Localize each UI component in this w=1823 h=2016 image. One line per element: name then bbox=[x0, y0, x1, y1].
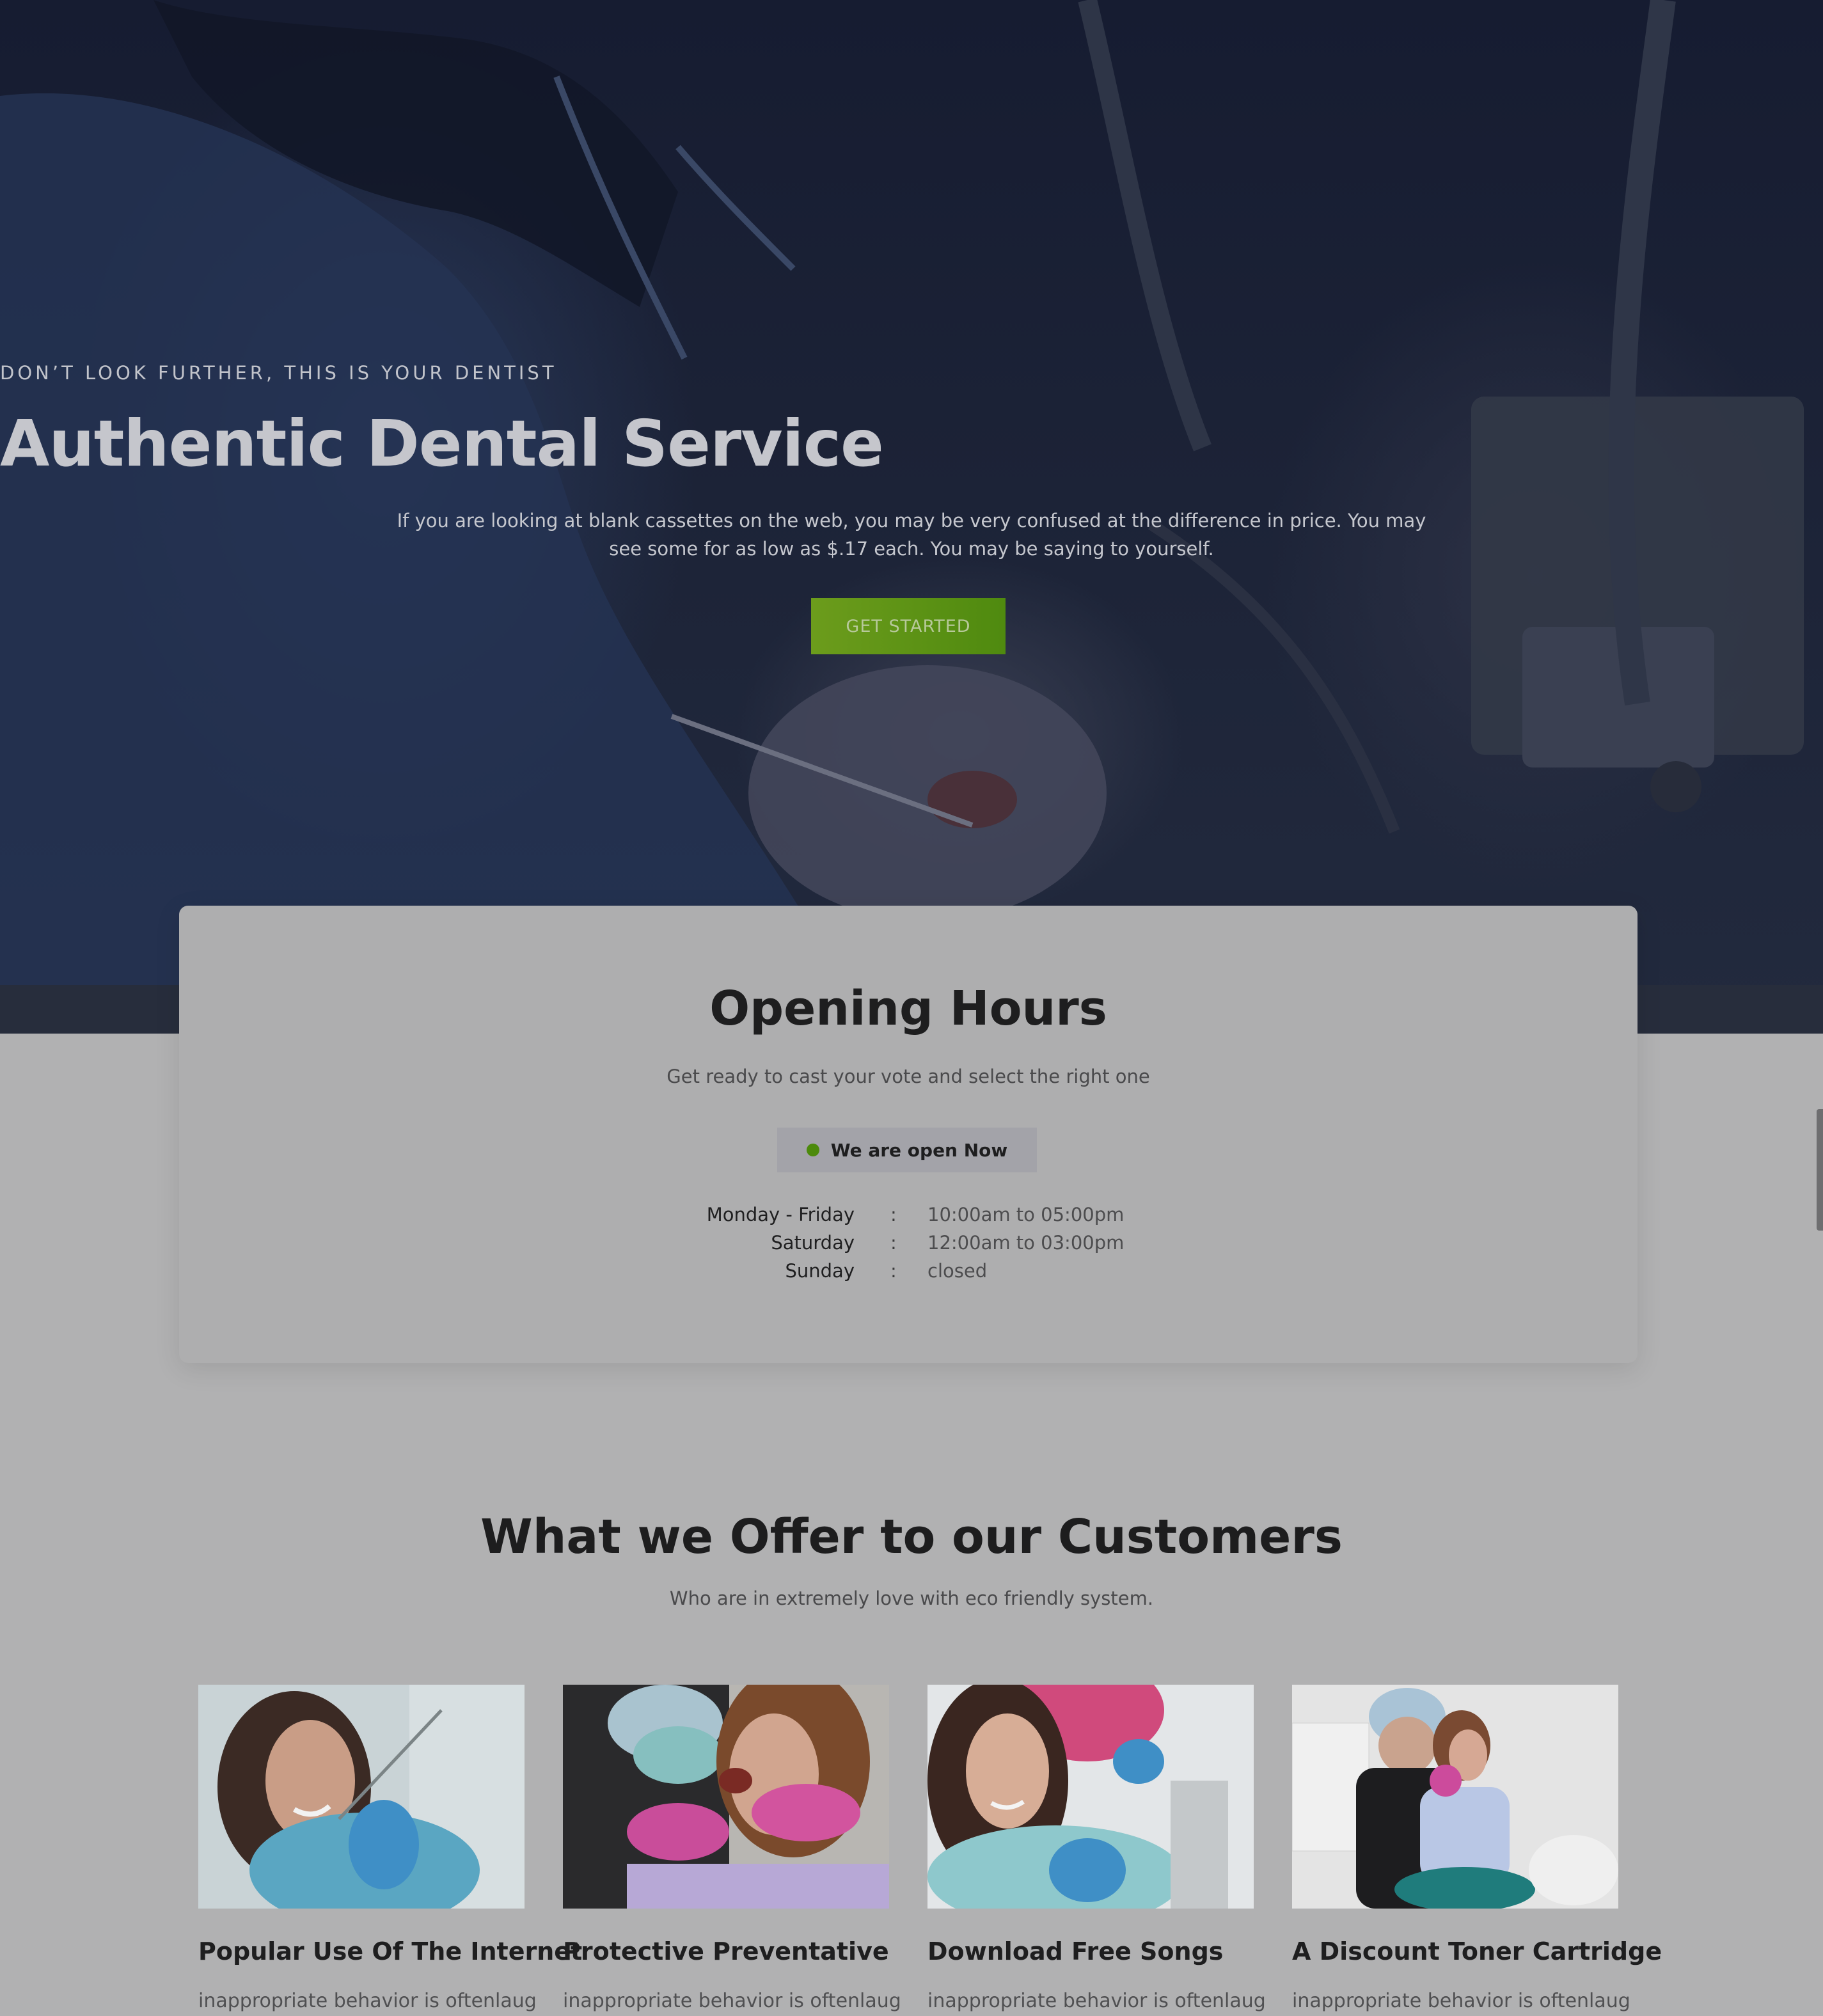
service-card-title: Popular Use Of The Internet bbox=[198, 1937, 583, 1965]
hours-time: 12:00am to 03:00pm bbox=[927, 1232, 1125, 1254]
hours-row: Saturday : 12:00am to 03:00pm bbox=[179, 1232, 1638, 1260]
hours-time: closed bbox=[927, 1260, 988, 1282]
offer-section-subtitle: Who are in extremely love with eco frien… bbox=[669, 1587, 1154, 1609]
service-card-image bbox=[927, 1685, 1254, 1909]
scrollbar-handle[interactable] bbox=[1817, 1109, 1823, 1231]
service-card[interactable]: Protective Preventative inappropriate be… bbox=[563, 1685, 901, 2012]
service-card-text: inappropriate behavior is oftenlaug bbox=[198, 1990, 537, 2012]
service-card[interactable]: Download Free Songs inappropriate behavi… bbox=[927, 1685, 1266, 2012]
hero-description: If you are looking at blank cassettes on… bbox=[397, 510, 1426, 560]
service-card-image bbox=[198, 1685, 525, 1909]
hours-separator: : bbox=[890, 1204, 897, 1225]
opening-hours-title: Opening Hours bbox=[709, 981, 1107, 1036]
hours-separator: : bbox=[890, 1232, 897, 1254]
service-card[interactable]: A Discount Toner Cartridge inappropriate… bbox=[1292, 1685, 1662, 2012]
status-dot-icon bbox=[806, 1144, 819, 1156]
opening-hours-card: Opening Hours Get ready to cast your vot… bbox=[179, 906, 1638, 1363]
hours-time: 10:00am to 05:00pm bbox=[927, 1204, 1125, 1225]
hero-eyebrow: DON’T LOOK FURTHER, THIS IS YOUR DENTIST bbox=[0, 362, 557, 384]
hours-row: Sunday : closed bbox=[179, 1260, 1638, 1288]
service-card-text: inappropriate behavior is oftenlaug bbox=[563, 1990, 901, 2012]
service-card-text: inappropriate behavior is oftenlaug bbox=[927, 1990, 1266, 2012]
service-card-image bbox=[1292, 1685, 1618, 1909]
service-card-title: A Discount Toner Cartridge bbox=[1292, 1937, 1662, 1965]
hours-separator: : bbox=[890, 1260, 897, 1282]
service-card-title: Download Free Songs bbox=[927, 1937, 1224, 1965]
opening-hours-subtitle: Get ready to cast your vote and select t… bbox=[667, 1066, 1150, 1087]
hero-banner: DON’T LOOK FURTHER, THIS IS YOUR DENTIST… bbox=[0, 0, 1823, 1034]
service-card[interactable]: Popular Use Of The Internet inappropriat… bbox=[198, 1685, 582, 2012]
hours-row: Monday - Friday : 10:00am to 05:00pm bbox=[179, 1204, 1638, 1232]
service-card-image bbox=[563, 1685, 889, 1909]
hours-day: Saturday bbox=[771, 1232, 855, 1254]
hero-title: Authentic Dental Service bbox=[0, 406, 884, 481]
get-started-button[interactable]: GET STARTED bbox=[811, 598, 1006, 654]
service-card-title: Protective Preventative bbox=[563, 1937, 889, 1965]
offer-section-title: What we Offer to our Customers bbox=[480, 1509, 1343, 1564]
hours-day: Monday - Friday bbox=[706, 1204, 855, 1225]
open-status-text: We are open Now bbox=[830, 1139, 1008, 1161]
open-status-badge: We are open Now bbox=[777, 1128, 1037, 1172]
hours-day: Sunday bbox=[785, 1260, 855, 1282]
service-card-text: inappropriate behavior is oftenlaug bbox=[1292, 1990, 1630, 2012]
